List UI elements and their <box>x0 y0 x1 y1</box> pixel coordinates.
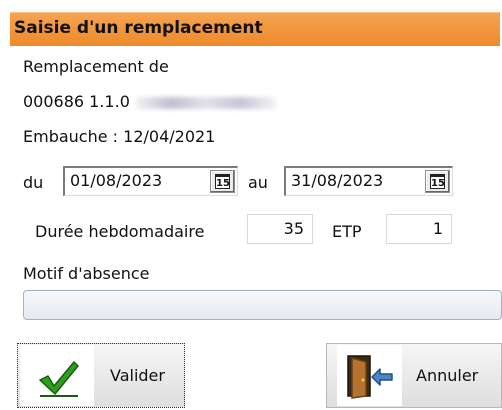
window-title: Saisie d'un remplacement <box>14 18 263 38</box>
cancel-label: Annuler <box>416 366 479 385</box>
etp-field[interactable]: 1 <box>386 214 452 244</box>
calendar-icon: 15 <box>430 174 445 189</box>
calendar-icon: 15 <box>215 174 230 189</box>
employee-line: 000686 1.1.0 <box>23 92 276 111</box>
to-date-value: 31/08/2023 <box>291 171 384 190</box>
from-date-field[interactable]: 01/08/2023 15 <box>63 166 238 196</box>
etp-value: 1 <box>432 219 443 238</box>
validate-button[interactable]: Valider <box>17 343 185 408</box>
weekly-hours-label: Durée hebdomadaire <box>35 222 205 241</box>
to-label: au <box>248 173 268 192</box>
redacted-name <box>135 96 276 109</box>
employee-code: 000686 1.1.0 <box>23 92 130 111</box>
from-calendar-button[interactable]: 15 <box>210 170 235 193</box>
reason-label: Motif d'absence <box>23 264 150 283</box>
validate-icon-cell <box>20 345 94 406</box>
validate-label: Valider <box>110 366 165 385</box>
cancel-icon-cell <box>337 345 402 406</box>
green-check-icon <box>39 361 79 397</box>
to-calendar-button[interactable]: 15 <box>425 170 450 193</box>
to-date-field[interactable]: 31/08/2023 15 <box>284 166 453 196</box>
cancel-button[interactable]: Annuler <box>326 343 502 408</box>
exit-door-icon <box>347 355 393 399</box>
weekly-hours-value: 35 <box>283 219 304 238</box>
etp-label: ETP <box>332 222 362 241</box>
title-bar: Saisie d'un remplacement <box>10 12 500 46</box>
from-date-value: 01/08/2023 <box>70 171 163 190</box>
from-label: du <box>23 173 44 192</box>
hire-date-label: Embauche : 12/04/2021 <box>23 127 216 146</box>
reason-combobox[interactable] <box>23 290 502 320</box>
replacement-label: Remplacement de <box>23 57 169 76</box>
weekly-hours-field[interactable]: 35 <box>247 214 313 244</box>
